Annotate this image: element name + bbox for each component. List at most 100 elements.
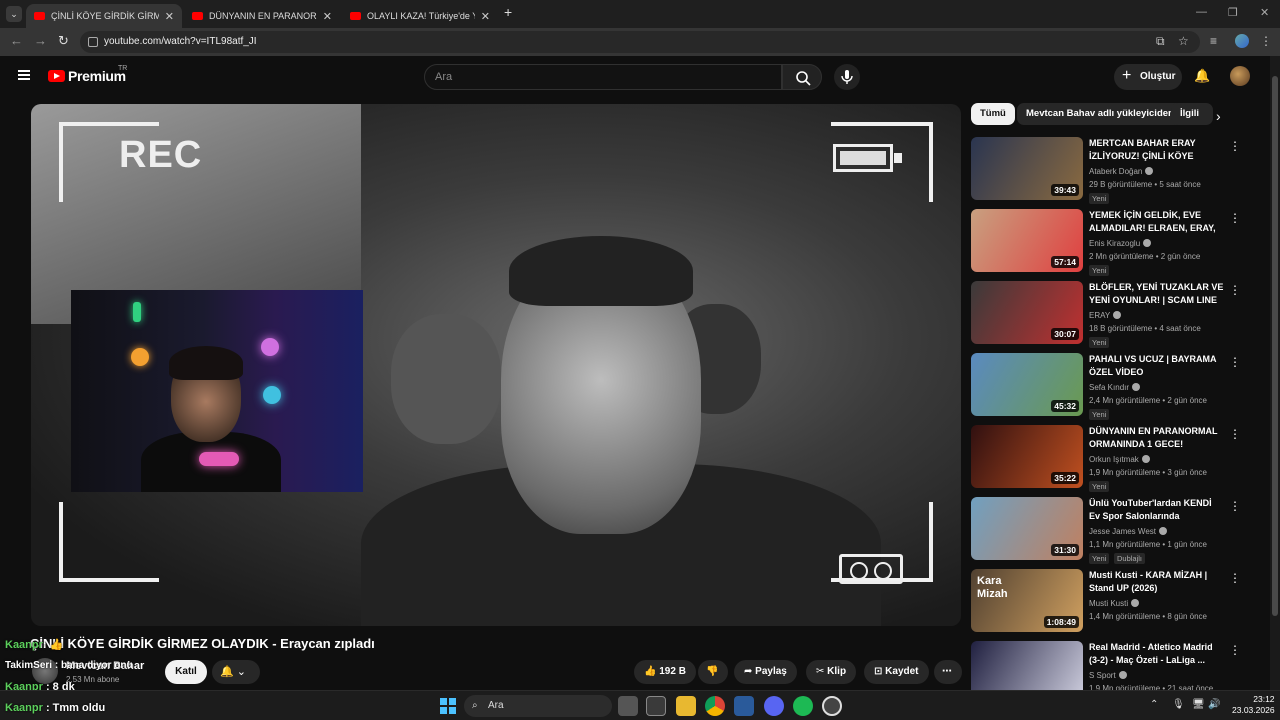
bookmark-star-icon[interactable]: ☆ bbox=[1178, 34, 1189, 48]
file-explorer-icon[interactable] bbox=[676, 696, 696, 716]
like-button[interactable]: 👍 192 B bbox=[634, 660, 696, 684]
recommendation-channel[interactable]: S Sport bbox=[1089, 671, 1127, 680]
reload-icon[interactable]: ↻ bbox=[58, 33, 69, 49]
chevron-right-icon[interactable]: › bbox=[1216, 108, 1221, 124]
browser-tab-1[interactable]: ÇİNLİ KÖYE GİRDİK GİRMEZ OL ✕ bbox=[26, 4, 182, 28]
search-button[interactable] bbox=[782, 64, 822, 90]
scissors-icon: ✂ bbox=[816, 666, 825, 677]
video-thumbnail[interactable]: 31:30 bbox=[971, 497, 1083, 560]
back-icon[interactable]: ← bbox=[10, 33, 23, 48]
scrollbar-thumb[interactable] bbox=[1272, 76, 1278, 616]
search-input[interactable]: Ara bbox=[424, 64, 782, 90]
recommendation-title[interactable]: BLÖFLER, YENİ TUZAKLAR VE YENİ OYUNLAR! … bbox=[1089, 281, 1224, 307]
join-button[interactable]: Katıl bbox=[165, 660, 207, 684]
recommendation-title[interactable]: Musti Kusti - KARA MİZAH | Stand UP (202… bbox=[1089, 569, 1224, 595]
chip-from-uploader[interactable]: Mevtcan Bahav adlı yükleyiciden bbox=[1017, 103, 1183, 125]
discord-icon[interactable] bbox=[764, 696, 784, 716]
media-control-icon[interactable]: ≡ bbox=[1210, 34, 1217, 48]
notifications-bell-icon[interactable]: 🔔 bbox=[1194, 68, 1210, 84]
recommendation-title[interactable]: Ünlü YouTuber'lardan KENDİ Ev Spor Salon… bbox=[1089, 497, 1224, 523]
recommendation-channel[interactable]: Ataberk Doğan bbox=[1089, 167, 1154, 176]
recommendation-item[interactable]: 39:43 MERTCAN BAHAR ERAY İZLİYORUZ! ÇİNLİ… bbox=[971, 137, 1251, 204]
tab-search-icon[interactable]: ⌄ bbox=[6, 6, 22, 22]
windows-start-icon[interactable] bbox=[440, 698, 456, 714]
more-options-icon[interactable]: ⋮ bbox=[1229, 355, 1241, 369]
verified-icon bbox=[1158, 527, 1167, 535]
video-player[interactable]: REC bbox=[31, 104, 961, 626]
recommendation-channel[interactable]: Musti Kusti bbox=[1089, 599, 1140, 608]
more-options-icon[interactable]: ⋮ bbox=[1229, 139, 1241, 153]
forward-icon[interactable]: → bbox=[34, 33, 47, 48]
recommendation-title[interactable]: Real Madrid - Atletico Madrid (3-2) - Ma… bbox=[1089, 641, 1224, 667]
more-options-icon[interactable]: ⋮ bbox=[1229, 499, 1241, 513]
recommendation-title[interactable]: PAHALI VS UCUZ | BAYRAMA ÖZEL VİDEO bbox=[1089, 353, 1224, 379]
video-thumbnail[interactable]: 30:07 bbox=[971, 281, 1083, 344]
video-thumbnail[interactable]: 45:32 bbox=[971, 353, 1083, 416]
recommendation-channel[interactable]: ERAY bbox=[1089, 311, 1122, 320]
close-window-icon[interactable]: ✕ bbox=[1260, 6, 1269, 19]
recommendation-channel[interactable]: Sefa Kındır bbox=[1089, 383, 1141, 392]
task-view-icon[interactable] bbox=[618, 696, 638, 716]
page-scrollbar[interactable] bbox=[1270, 56, 1280, 690]
chip-all[interactable]: Tümü bbox=[971, 103, 1015, 125]
minimize-icon[interactable]: — bbox=[1196, 6, 1207, 18]
youtube-logo-icon[interactable] bbox=[48, 70, 65, 82]
spotify-icon[interactable] bbox=[793, 696, 813, 716]
more-options-icon[interactable]: ⋮ bbox=[1229, 571, 1241, 585]
taskbar-clock[interactable]: 23:12 23.03.2026 bbox=[1232, 694, 1275, 716]
more-options-icon[interactable]: ⋮ bbox=[1229, 283, 1241, 297]
address-bar[interactable]: youtube.com/watch?v=ITL98atf_JI bbox=[80, 31, 1200, 53]
recommendation-channel[interactable]: Orkun Işıtmak bbox=[1089, 455, 1150, 464]
chip-related[interactable]: İlgili bbox=[1171, 103, 1213, 125]
subscription-bell-button[interactable]: 🔔 ⌄ bbox=[212, 660, 260, 684]
recommendation-title[interactable]: YEMEK İÇİN GELDİK, EVE ALMADILAR! ELRAEN… bbox=[1089, 209, 1224, 235]
recommendation-meta: 2 Mn görüntüleme • 2 gün önce bbox=[1089, 252, 1201, 261]
close-tab-icon[interactable]: ✕ bbox=[481, 10, 490, 23]
obs-icon[interactable] bbox=[822, 696, 842, 716]
taskbar-search[interactable]: ⌕ Ara bbox=[464, 695, 612, 717]
voice-search-button[interactable] bbox=[834, 64, 860, 90]
new-tab-icon[interactable]: + bbox=[504, 4, 512, 20]
hidden-icons-chevron-icon[interactable]: ⌃ bbox=[1150, 699, 1158, 710]
site-info-icon[interactable] bbox=[88, 37, 98, 47]
browser-tab-3[interactable]: OLAYLI KAZA! Türkiye'de Yaşan ✕ bbox=[342, 4, 498, 28]
save-button[interactable]: ⊡ Kaydet bbox=[864, 660, 929, 684]
video-thumbnail[interactable]: 39:43 bbox=[971, 137, 1083, 200]
restore-icon[interactable]: ❐ bbox=[1228, 6, 1238, 19]
close-tab-icon[interactable]: ✕ bbox=[165, 10, 174, 23]
cast-icon[interactable]: ⧉ bbox=[1156, 34, 1165, 49]
store-icon[interactable] bbox=[646, 696, 666, 716]
account-avatar[interactable] bbox=[1230, 66, 1250, 86]
video-thumbnail[interactable]: Kara Mizah 1:08:49 bbox=[971, 569, 1083, 632]
video-thumbnail[interactable]: 35:22 bbox=[971, 425, 1083, 488]
browser-menu-icon[interactable]: ⋮ bbox=[1260, 34, 1272, 48]
recommendation-item[interactable]: 35:22 DÜNYANIN EN PARANORMAL ORMANINDA 1 … bbox=[971, 425, 1251, 492]
recommendation-item[interactable]: 45:32 PAHALI VS UCUZ | BAYRAMA ÖZEL VİDEO… bbox=[971, 353, 1251, 420]
dislike-button[interactable]: 👎 bbox=[698, 660, 728, 684]
more-options-icon[interactable]: ⋮ bbox=[1229, 643, 1241, 657]
volume-icon[interactable]: 🔊 bbox=[1208, 699, 1220, 710]
recommendation-item[interactable]: 30:07 BLÖFLER, YENİ TUZAKLAR VE YENİ OYUN… bbox=[971, 281, 1251, 348]
recommendation-item[interactable]: Kara Mizah 1:08:49 Musti Kusti - KARA MİZA… bbox=[971, 569, 1251, 635]
network-icon[interactable]: 🖥 bbox=[1192, 699, 1205, 710]
hamburger-menu-icon[interactable] bbox=[18, 70, 30, 80]
profile-icon[interactable] bbox=[1235, 34, 1249, 48]
app-icon[interactable] bbox=[734, 696, 754, 716]
recommendation-title[interactable]: DÜNYANIN EN PARANORMAL ORMANINDA 1 GECE! bbox=[1089, 425, 1224, 451]
recommendation-item[interactable]: 57:14 YEMEK İÇİN GELDİK, EVE ALMADILAR! E… bbox=[971, 209, 1251, 276]
recommendation-title[interactable]: MERTCAN BAHAR ERAY İZLİYORUZ! ÇİNLİ KÖYE… bbox=[1089, 137, 1224, 163]
close-tab-icon[interactable]: ✕ bbox=[323, 10, 332, 23]
recommendation-item[interactable]: 31:30 Ünlü YouTuber'lardan KENDİ Ev Spor … bbox=[971, 497, 1251, 564]
recommendation-channel[interactable]: Enis Kirazoglu bbox=[1089, 239, 1152, 248]
browser-tab-2[interactable]: DÜNYANIN EN PARANORMAL ✕ bbox=[184, 4, 340, 28]
recommendation-channel[interactable]: Jesse James West bbox=[1089, 527, 1167, 536]
create-button[interactable]: + Oluştur bbox=[1114, 64, 1182, 90]
microphone-tray-icon[interactable]: 🎙 bbox=[1172, 699, 1185, 710]
video-thumbnail[interactable]: 57:14 bbox=[971, 209, 1083, 272]
share-button[interactable]: ➦ Paylaş bbox=[734, 660, 797, 684]
more-options-icon[interactable]: ⋮ bbox=[1229, 427, 1241, 441]
clip-button[interactable]: ✂ Klip bbox=[806, 660, 857, 684]
more-actions-button[interactable]: ⋯ bbox=[934, 660, 962, 684]
more-options-icon[interactable]: ⋮ bbox=[1229, 211, 1241, 225]
chrome-icon[interactable] bbox=[705, 696, 725, 716]
